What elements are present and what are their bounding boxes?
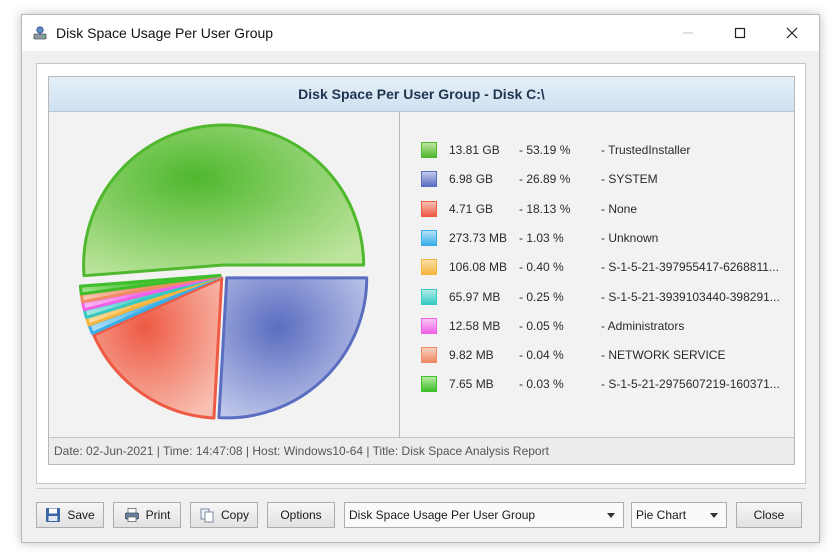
- legend-item: 106.08 MB - 0.40 % - S-1-5-21-397955417-62…: [421, 257, 793, 277]
- legend-percent: - 26.89 %: [519, 172, 571, 187]
- title-bar[interactable]: Disk Space Usage Per User Group: [22, 15, 819, 51]
- report-type-select[interactable]: Disk Space Usage Per User Group: [344, 502, 624, 528]
- legend-percent: - 0.04 %: [519, 348, 564, 363]
- chart-title: Disk Space Per User Group - Disk C:\: [49, 77, 794, 112]
- legend-name: - Unknown: [601, 230, 659, 245]
- options-label: Options: [280, 508, 322, 522]
- maximize-button[interactable]: [714, 15, 766, 51]
- legend-swatch: [421, 229, 437, 246]
- pie-slice: [82, 123, 366, 278]
- legend-size: 4.71 GB: [449, 201, 494, 216]
- disk-analyzer-icon: [33, 26, 47, 40]
- legend-size: 9.82 MB: [449, 348, 494, 363]
- legend-size: 65.97 MB: [449, 289, 501, 304]
- legend-percent: - 0.25 %: [519, 289, 564, 304]
- legend-item: 7.65 MB - 0.03 % - S-1-5-21-2975607219-160…: [421, 374, 793, 394]
- save-button[interactable]: Save: [36, 502, 104, 528]
- legend-name: - S-1-5-21-2975607219-160371...: [601, 377, 780, 392]
- legend-swatch: [421, 317, 437, 334]
- content-frame: Disk Space Per User Group - Disk C:\ 13.…: [36, 63, 806, 484]
- legend-item: 12.58 MB - 0.05 % - Administrators: [421, 316, 793, 336]
- legend-percent: - 0.40 %: [519, 260, 564, 275]
- legend-size: 106.08 MB: [449, 260, 508, 275]
- chart-panel: Disk Space Per User Group - Disk C:\ 13.…: [48, 76, 795, 465]
- legend-swatch: [421, 376, 437, 393]
- legend-name: - Administrators: [601, 318, 685, 333]
- legend-size: 12.58 MB: [449, 318, 501, 333]
- legend-swatch: [421, 171, 437, 188]
- print-button[interactable]: Print: [113, 502, 181, 528]
- legend-swatch: [421, 259, 437, 276]
- copy-label: Copy: [220, 508, 249, 522]
- chart-type-select[interactable]: Pie Chart: [631, 502, 727, 528]
- legend-percent: - 53.19 %: [519, 143, 571, 157]
- legend-item: 4.71 GB - 18.13 % - None: [421, 199, 793, 219]
- legend-size: 6.98 GB: [449, 172, 494, 187]
- chart-type-value: Pie Chart: [636, 508, 687, 522]
- save-label: Save: [67, 508, 95, 522]
- pie-area: [49, 112, 399, 439]
- chart-divider: [399, 112, 400, 439]
- window-title: Disk Space Usage Per User Group: [56, 25, 274, 41]
- chevron-down-icon: [607, 513, 615, 518]
- legend-name: - S-1-5-21-3939103440-398291...: [601, 289, 780, 304]
- minimize-button[interactable]: [662, 15, 714, 51]
- chart-footer: Date: 02-Jun-2021 | Time: 14:47:08 | Hos…: [49, 437, 794, 464]
- legend-name: - SYSTEM: [601, 172, 658, 187]
- legend-percent: - 18.13 %: [519, 201, 571, 216]
- legend-swatch: [421, 347, 437, 364]
- pie-chart: [78, 123, 369, 420]
- legend-percent: - 1.03 %: [519, 230, 564, 245]
- legend-name: - None: [601, 201, 638, 216]
- legend-swatch: [421, 288, 437, 305]
- legend-percent: - 0.05 %: [519, 318, 564, 333]
- legend-item: 273.73 MB - 1.03 % - Unknown: [421, 228, 793, 248]
- copy-button[interactable]: Copy: [190, 502, 258, 528]
- legend-item: 9.82 MB - 0.04 % - NETWORK SERVICE: [421, 345, 793, 365]
- close-icon: [786, 27, 798, 39]
- legend-size: 13.81 GB: [449, 143, 500, 157]
- floppy-disk-icon: [46, 508, 61, 522]
- legend-size: 273.73 MB: [449, 230, 508, 245]
- close-button[interactable]: Close: [736, 502, 802, 528]
- legend-name: - TrustedInstaller: [601, 143, 691, 157]
- close-window-button[interactable]: [766, 15, 818, 51]
- options-button[interactable]: Options: [267, 502, 335, 528]
- legend-swatch: [421, 200, 437, 217]
- legend-percent: - 0.03 %: [519, 377, 564, 392]
- minimize-icon: [683, 32, 693, 34]
- copy-icon: [200, 508, 214, 523]
- printer-icon: [124, 508, 139, 522]
- chevron-down-icon: [710, 513, 718, 518]
- legend-item: 13.81 GB - 53.19 % - TrustedInstaller: [421, 140, 793, 160]
- legend-name: - S-1-5-21-397955417-6268811...: [601, 260, 779, 275]
- legend-swatch: [421, 142, 437, 158]
- pie-slice: [217, 276, 369, 420]
- print-label: Print: [145, 508, 171, 522]
- legend-item: 65.97 MB - 0.25 % - S-1-5-21-3939103440-39…: [421, 287, 793, 307]
- report-type-value: Disk Space Usage Per User Group: [349, 508, 536, 522]
- close-label: Close: [753, 508, 785, 522]
- legend-size: 7.65 MB: [449, 377, 494, 392]
- maximize-icon: [734, 27, 746, 39]
- legend-item: 6.98 GB - 26.89 % - SYSTEM: [421, 169, 793, 189]
- report-window: Disk Space Usage Per User Group Disk Spa…: [21, 14, 820, 543]
- toolbar-divider: [36, 488, 806, 489]
- legend-name: - NETWORK SERVICE: [601, 348, 726, 363]
